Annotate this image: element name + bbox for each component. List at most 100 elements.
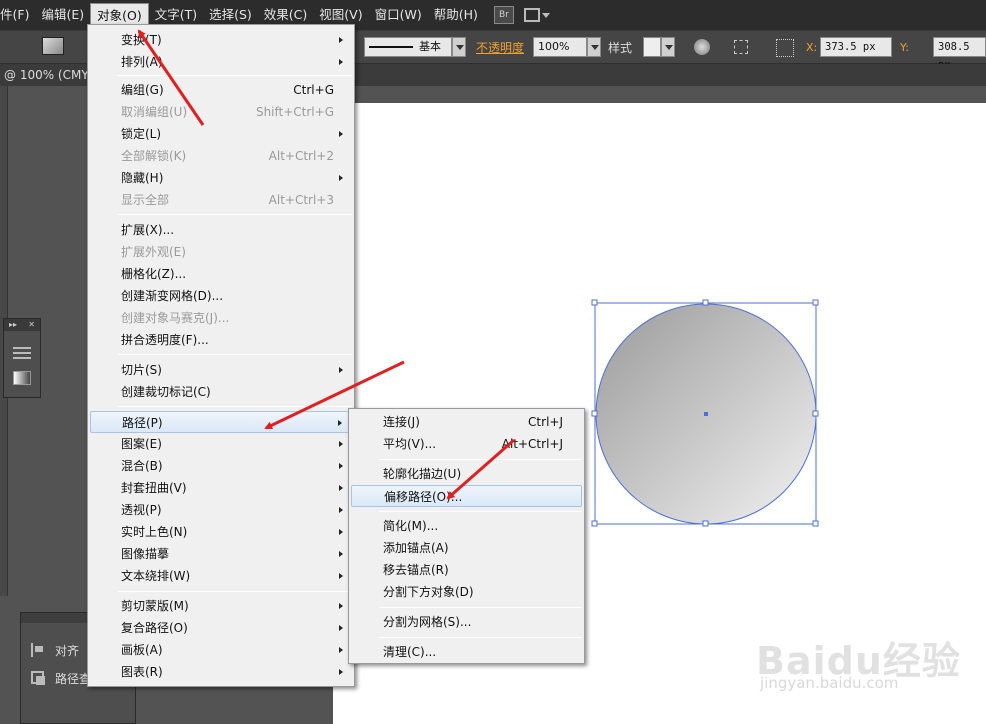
menu-lines-icon[interactable]: [13, 347, 31, 359]
submenu-arrow-icon: [339, 529, 343, 535]
menu-item-offset-path[interactable]: 偏移路径(O)...: [351, 485, 582, 507]
menu-item-unlock-all[interactable]: 全部解锁(K) Alt+Ctrl+2: [90, 145, 352, 167]
menu-item-create-trim-marks[interactable]: 创建裁切标记(C): [90, 381, 352, 403]
object-menu: 变换(T) 排列(A) 编组(G) Ctrl+G 取消编组(U) Shift+Ctr…: [87, 24, 355, 687]
menu-item-image-trace[interactable]: 图像描摹: [90, 543, 352, 565]
menu-item-pattern[interactable]: 图案(E): [90, 433, 352, 455]
submenu-arrow-icon: [339, 507, 343, 513]
menu-item-slice[interactable]: 切片(S): [90, 359, 352, 381]
menu-help[interactable]: 帮助(H): [428, 3, 484, 27]
chevron-down-icon[interactable]: [452, 37, 466, 57]
menu-item-arrange[interactable]: 排列(A): [90, 51, 352, 73]
menu-item-transform[interactable]: 变换(T): [90, 29, 352, 51]
menu-item-compound-path[interactable]: 复合路径(O): [90, 617, 352, 639]
opacity-label[interactable]: 不透明度: [476, 37, 524, 59]
menu-file[interactable]: 件(F): [0, 3, 35, 27]
y-label: Y:: [900, 41, 909, 54]
document-tab[interactable]: @ 100% (CMY: [0, 64, 89, 86]
align-label: 对齐: [55, 643, 80, 658]
menu-item-rasterize[interactable]: 栅格化(Z)...: [90, 263, 352, 285]
menu-item-live-paint[interactable]: 实时上色(N): [90, 521, 352, 543]
menu-item-add-anchor-points[interactable]: 添加锚点(A): [351, 537, 582, 559]
menu-item-remove-anchor-points[interactable]: 移去锚点(R): [351, 559, 582, 581]
expand-icon[interactable]: ▸▸: [9, 319, 17, 331]
menu-item-artboards[interactable]: 画板(A): [90, 639, 352, 661]
menu-item-create-object-mosaic[interactable]: 创建对象马赛克(J)...: [90, 307, 352, 329]
menu-item-average[interactable]: 平均(V)... Alt+Ctrl+J: [351, 433, 582, 455]
submenu-arrow-icon: [339, 37, 343, 43]
menu-edit[interactable]: 编辑(E): [35, 3, 90, 27]
menu-item-simplify[interactable]: 简化(M)...: [351, 515, 582, 537]
baidu-jingyan-watermark: Baidu经验 jingyan.baidu.com: [756, 612, 986, 724]
gradient-icon[interactable]: [13, 371, 31, 385]
menu-separator: [379, 511, 582, 512]
menu-item-split-into-grid[interactable]: 分割为网格(S)...: [351, 611, 582, 633]
menu-separator: [118, 591, 352, 592]
menu-item-show-all[interactable]: 显示全部 Alt+Ctrl+3: [90, 189, 352, 211]
pathfinder-label: 路径查: [55, 671, 92, 686]
menu-item-create-gradient-mesh[interactable]: 创建渐变网格(D)...: [90, 285, 352, 307]
align-selection-icon[interactable]: [734, 40, 748, 54]
bridge-icon[interactable]: Br: [493, 6, 514, 24]
recolor-icon[interactable]: [694, 39, 710, 55]
workspace-layout-icon[interactable]: [523, 6, 554, 24]
path-submenu: 连接(J) Ctrl+J 平均(V)... Alt+Ctrl+J 轮廓化描边(U) …: [348, 408, 585, 664]
menu-item-path[interactable]: 路径(P): [90, 411, 352, 433]
opacity-value[interactable]: 100%: [533, 37, 587, 57]
submenu-arrow-icon: [339, 131, 343, 137]
menu-item-join[interactable]: 连接(J) Ctrl+J: [351, 411, 582, 433]
menu-item-expand-appearance[interactable]: 扩展外观(E): [90, 241, 352, 263]
submenu-arrow-icon: [338, 420, 342, 426]
opacity-dropdown[interactable]: 100%: [533, 37, 601, 59]
pathfinder-icon: [31, 671, 47, 685]
gradient-panel-collapsed: ▸▸ ✕: [3, 318, 41, 398]
menu-item-expand[interactable]: 扩展(X)...: [90, 219, 352, 241]
menu-item-group[interactable]: 编组(G) Ctrl+G: [90, 79, 352, 101]
menu-separator: [118, 406, 352, 407]
submenu-arrow-icon: [339, 59, 343, 65]
x-field[interactable]: 373.5 px: [820, 37, 892, 57]
x-label: X:: [806, 41, 818, 54]
pathfinder-panel-item[interactable]: 路径查: [31, 667, 91, 689]
menu-item-clean-up[interactable]: 清理(C)...: [351, 641, 582, 663]
menu-separator: [379, 637, 582, 638]
menu-item-outline-stroke[interactable]: 轮廓化描边(U): [351, 463, 582, 485]
menu-separator: [379, 459, 582, 460]
submenu-arrow-icon: [339, 573, 343, 579]
menu-separator: [118, 75, 352, 76]
submenu-arrow-icon: [339, 441, 343, 447]
menu-item-hide[interactable]: 隐藏(H): [90, 167, 352, 189]
style-label: 样式: [608, 41, 633, 55]
menu-item-text-wrap[interactable]: 文本绕排(W): [90, 565, 352, 587]
watermark-url: jingyan.baidu.com: [760, 674, 899, 692]
menu-item-flatten-transparency[interactable]: 拼合透明度(F)...: [90, 329, 352, 351]
submenu-arrow-icon: [339, 463, 343, 469]
menu-window[interactable]: 窗口(W): [369, 3, 428, 27]
submenu-arrow-icon: [339, 669, 343, 675]
menu-separator: [118, 214, 352, 215]
chevron-down-icon[interactable]: [587, 37, 601, 57]
y-field[interactable]: 308.5 px: [933, 37, 986, 71]
style-dropdown[interactable]: [643, 37, 675, 59]
menu-separator: [118, 354, 352, 355]
menu-item-blend[interactable]: 混合(B): [90, 455, 352, 477]
chevron-down-icon[interactable]: [661, 37, 675, 57]
menu-item-divide-objects-below[interactable]: 分割下方对象(D): [351, 581, 582, 603]
reference-point-icon[interactable]: [776, 39, 794, 57]
menu-item-graph[interactable]: 图表(R): [90, 661, 352, 683]
menu-item-envelope-distort[interactable]: 封套扭曲(V): [90, 477, 352, 499]
submenu-arrow-icon: [339, 367, 343, 373]
close-icon[interactable]: ✕: [28, 319, 35, 331]
menu-item-lock[interactable]: 锁定(L): [90, 123, 352, 145]
submenu-arrow-icon: [339, 551, 343, 557]
menu-item-perspective[interactable]: 透视(P): [90, 499, 352, 521]
submenu-arrow-icon: [339, 625, 343, 631]
menu-item-clipping-mask[interactable]: 剪切蒙版(M): [90, 595, 352, 617]
align-panel-item[interactable]: 对齐: [31, 639, 79, 661]
submenu-arrow-icon: [339, 485, 343, 491]
stroke-style-dropdown[interactable]: 基本: [364, 37, 466, 59]
submenu-arrow-icon: [339, 603, 343, 609]
menu-item-ungroup[interactable]: 取消编组(U) Shift+Ctrl+G: [90, 101, 352, 123]
fill-swatch[interactable]: [42, 37, 64, 59]
menu-separator: [379, 607, 582, 608]
